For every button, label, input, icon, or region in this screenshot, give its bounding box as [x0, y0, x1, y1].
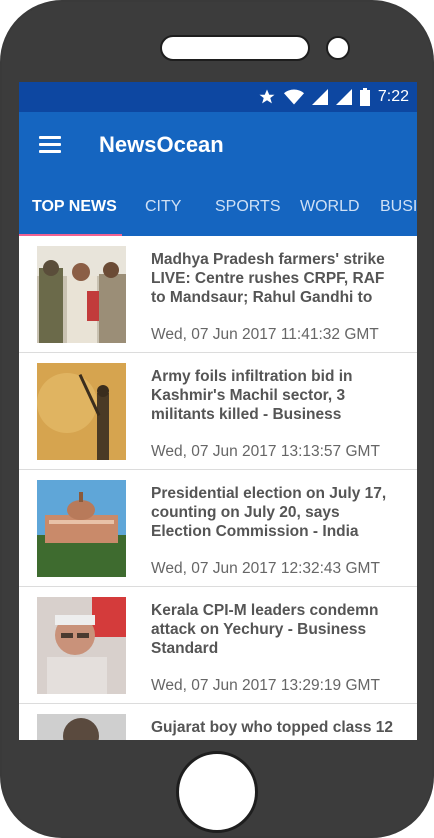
news-headline: Madhya Pradesh farmers' strike LIVE: Cen…: [151, 251, 385, 306]
news-timestamp: Wed, 07 Jun 2017 12:32:43 GMT: [151, 560, 380, 577]
hamburger-menu-icon[interactable]: [39, 136, 61, 154]
news-thumbnail: [37, 246, 126, 343]
battery-icon: [359, 88, 370, 106]
news-thumbnail: [37, 597, 126, 694]
news-item[interactable]: Gujarat boy who topped class 12: [19, 704, 417, 740]
news-item[interactable]: Kerala CPI-M leaders condemn attack on Y…: [19, 587, 417, 704]
tab-top-news[interactable]: TOP NEWS: [32, 178, 117, 236]
news-item[interactable]: Army foils infiltration bid in Kashmir's…: [19, 353, 417, 470]
news-headline: Army foils infiltration bid in Kashmir's…: [151, 368, 353, 423]
speaker-grille: [160, 35, 310, 61]
status-bar: 7:22: [19, 82, 417, 112]
news-headline: Kerala CPI-M leaders condemn attack on Y…: [151, 602, 379, 657]
news-list: Madhya Pradesh farmers' strike LIVE: Cen…: [19, 236, 417, 740]
news-headline: Presidential election on July 17, counti…: [151, 485, 387, 540]
tab-world[interactable]: WORLD: [300, 178, 360, 236]
news-timestamp: Wed, 07 Jun 2017 13:29:19 GMT: [151, 677, 380, 694]
news-timestamp: Wed, 07 Jun 2017 11:41:32 GMT: [151, 326, 379, 343]
app-title: NewsOcean: [99, 132, 224, 157]
home-button[interactable]: [176, 751, 258, 833]
signal-secondary-icon: [335, 89, 352, 105]
front-camera: [326, 36, 350, 60]
star-icon: [259, 89, 275, 104]
tab-sports[interactable]: SPORTS: [215, 178, 281, 236]
wifi-icon: [283, 89, 304, 105]
news-thumbnail: [37, 714, 126, 740]
news-thumbnail: [37, 480, 126, 577]
category-tabs: TOP NEWS CITY SPORTS WORLD BUSI: [19, 178, 417, 237]
status-time: 7:22: [377, 88, 409, 105]
tab-business[interactable]: BUSI: [380, 178, 417, 236]
news-headline: Gujarat boy who topped class 12: [151, 719, 394, 736]
news-item[interactable]: Madhya Pradesh farmers' strike LIVE: Cen…: [19, 236, 417, 353]
tab-city[interactable]: CITY: [145, 178, 181, 236]
phone-frame: 7:22 NewsOcean TOP NEWS CITY SPORTS WORL…: [0, 0, 434, 838]
app-bar: NewsOcean: [19, 112, 417, 178]
news-item[interactable]: Presidential election on July 17, counti…: [19, 470, 417, 587]
news-thumbnail: [37, 363, 126, 460]
news-timestamp: Wed, 07 Jun 2017 13:13:57 GMT: [151, 443, 380, 460]
app-screen: 7:22 NewsOcean TOP NEWS CITY SPORTS WORL…: [19, 82, 417, 740]
signal-icon: [311, 89, 328, 105]
